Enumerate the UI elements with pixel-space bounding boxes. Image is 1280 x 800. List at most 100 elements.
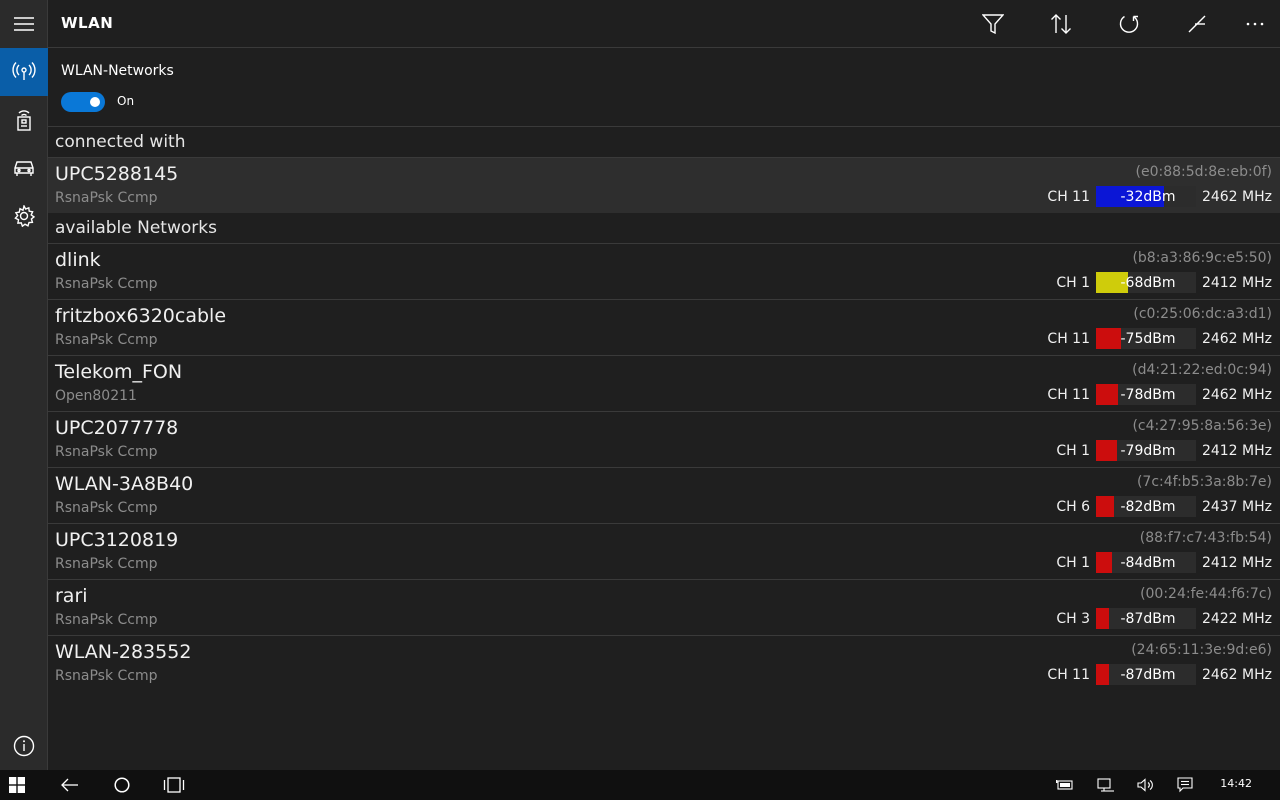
compare-button[interactable] bbox=[1173, 0, 1221, 48]
network-frequency: 2462 MHz bbox=[1201, 387, 1272, 403]
nav-car[interactable] bbox=[0, 144, 48, 192]
network-row[interactable]: rari RsnaPsk Ccmp (00:24:fe:44:f6:7c) CH 3 2… bbox=[48, 579, 1280, 635]
cortana-circle-icon bbox=[114, 777, 130, 793]
gear-icon bbox=[14, 205, 35, 227]
task-view-button[interactable] bbox=[159, 770, 189, 800]
network-mac-address: (00:24:fe:44:f6:7c) bbox=[1140, 586, 1272, 602]
group-header-connected: connected with bbox=[55, 132, 186, 152]
network-frequency: 2437 MHz bbox=[1201, 499, 1272, 515]
app-window: WLAN WLAN-Networks On connected with UPC… bbox=[0, 0, 1280, 770]
car-icon bbox=[14, 161, 34, 176]
back-arrow-icon bbox=[61, 778, 78, 792]
network-row[interactable]: UPC2077778 RsnaPsk Ccmp (c4:27:95:8a:56:3e… bbox=[48, 411, 1280, 467]
hamburger-menu-button[interactable] bbox=[0, 0, 48, 48]
network-row[interactable]: dlink RsnaPsk Ccmp (b8:a3:86:9c:e5:50) CH 1… bbox=[48, 243, 1280, 299]
network-channel: CH 1 bbox=[1056, 275, 1090, 291]
network-row[interactable]: WLAN-283552 RsnaPsk Ccmp (24:65:11:3e:9d:e… bbox=[48, 635, 1280, 691]
network-mac-address: (c0:25:06:dc:a3:d1) bbox=[1133, 306, 1272, 322]
signal-dbm-value: -32dBm bbox=[1120, 189, 1176, 205]
nav-wlan[interactable] bbox=[0, 48, 48, 96]
signal-dbm-value: -82dBm bbox=[1120, 499, 1176, 515]
nav-settings[interactable] bbox=[0, 192, 48, 240]
signal-dbm-value: -84dBm bbox=[1120, 555, 1176, 571]
network-ssid: UPC3120819 bbox=[55, 529, 179, 551]
network-channel: CH 11 bbox=[1047, 189, 1090, 205]
network-row[interactable]: Telekom_FON Open80211 (d4:21:22:ed:0c:94) C… bbox=[48, 355, 1280, 411]
filter-button[interactable] bbox=[969, 0, 1017, 48]
network-tray[interactable] bbox=[1093, 770, 1119, 800]
network-ssid: fritzbox6320cable bbox=[55, 305, 227, 327]
nav-info[interactable] bbox=[0, 722, 48, 770]
network-encryption: RsnaPsk Ccmp bbox=[55, 668, 158, 684]
network-mac-address: (e0:88:5d:8e:eb:0f) bbox=[1135, 164, 1273, 180]
network-ssid: WLAN-3A8B40 bbox=[55, 473, 194, 495]
network-row[interactable]: UPC3120819 RsnaPsk Ccmp (88:f7:c7:43:fb:54… bbox=[48, 523, 1280, 579]
network-encryption: Open80211 bbox=[55, 388, 137, 404]
back-button[interactable] bbox=[55, 770, 85, 800]
wlan-networks-label: WLAN-Networks bbox=[61, 63, 174, 79]
search-button[interactable] bbox=[107, 770, 137, 800]
network-frequency: 2462 MHz bbox=[1201, 667, 1272, 683]
network-ssid: UPC5288145 bbox=[55, 163, 179, 185]
network-ssid: rari bbox=[55, 585, 88, 607]
network-mac-address: (7c:4f:b5:3a:8b:7e) bbox=[1136, 474, 1272, 490]
network-channel: CH 11 bbox=[1047, 387, 1090, 403]
network-mac-address: (24:65:11:3e:9d:e6) bbox=[1131, 642, 1272, 658]
signal-dbm-value: -79dBm bbox=[1120, 443, 1176, 459]
sort-button[interactable] bbox=[1037, 0, 1085, 48]
header-bar: WLAN bbox=[48, 0, 1280, 48]
info-icon bbox=[13, 735, 35, 757]
more-button[interactable] bbox=[1231, 0, 1279, 48]
network-encryption: RsnaPsk Ccmp bbox=[55, 190, 158, 206]
wlan-toggle-section: WLAN-Networks On bbox=[48, 49, 1280, 127]
network-mac-address: (88:f7:c7:43:fb:54) bbox=[1139, 530, 1272, 546]
signal-dbm-value: -78dBm bbox=[1120, 387, 1176, 403]
signal-dbm-value: -87dBm bbox=[1120, 667, 1176, 683]
windows-logo-icon bbox=[9, 777, 25, 793]
network-channel: CH 11 bbox=[1047, 331, 1090, 347]
start-button[interactable] bbox=[0, 770, 34, 800]
task-view-icon bbox=[163, 777, 185, 793]
speaker-icon bbox=[1137, 778, 1153, 792]
network-frequency: 2412 MHz bbox=[1201, 443, 1272, 459]
filter-icon bbox=[982, 14, 1004, 34]
signal-dbm-value: -75dBm bbox=[1120, 331, 1176, 347]
network-ssid: Telekom_FON bbox=[55, 361, 183, 383]
toggle-state-label: On bbox=[117, 94, 135, 108]
network-row[interactable]: UPC5288145 RsnaPsk Ccmp (e0:88:5d:8e:eb:0f… bbox=[48, 157, 1280, 213]
page-title: WLAN bbox=[61, 14, 114, 32]
network-row[interactable]: fritzbox6320cable RsnaPsk Ccmp (c0:25:06:d… bbox=[48, 299, 1280, 355]
refresh-button[interactable] bbox=[1105, 0, 1153, 48]
network-encryption: RsnaPsk Ccmp bbox=[55, 444, 158, 460]
volume-tray[interactable] bbox=[1133, 770, 1159, 800]
taskbar: 14:42 bbox=[0, 770, 1280, 800]
wifi-antenna-icon bbox=[12, 62, 36, 80]
network-ssid: UPC2077778 bbox=[55, 417, 179, 439]
router-icon bbox=[17, 110, 31, 131]
nav-router[interactable] bbox=[0, 96, 48, 144]
group-header-available: available Networks bbox=[55, 218, 217, 238]
taskbar-clock[interactable]: 14:42 bbox=[1220, 777, 1252, 790]
network-icon bbox=[1097, 778, 1114, 792]
action-center-tray[interactable] bbox=[1172, 770, 1198, 800]
network-encryption: RsnaPsk Ccmp bbox=[55, 500, 158, 516]
sort-icon bbox=[1051, 14, 1071, 34]
compare-icon bbox=[1188, 15, 1206, 33]
network-frequency: 2462 MHz bbox=[1201, 331, 1272, 347]
network-encryption: RsnaPsk Ccmp bbox=[55, 612, 158, 628]
network-channel: CH 11 bbox=[1047, 667, 1090, 683]
network-mac-address: (d4:21:22:ed:0c:94) bbox=[1132, 362, 1272, 378]
battery-tray[interactable] bbox=[1052, 770, 1078, 800]
network-mac-address: (c4:27:95:8a:56:3e) bbox=[1132, 418, 1272, 434]
network-channel: CH 1 bbox=[1056, 555, 1090, 571]
notification-icon bbox=[1177, 777, 1193, 793]
network-row[interactable]: WLAN-3A8B40 RsnaPsk Ccmp (7c:4f:b5:3a:8b:7… bbox=[48, 467, 1280, 523]
network-channel: CH 6 bbox=[1056, 499, 1090, 515]
hamburger-icon bbox=[14, 17, 34, 31]
network-frequency: 2412 MHz bbox=[1201, 275, 1272, 291]
signal-dbm-value: -87dBm bbox=[1120, 611, 1176, 627]
battery-icon bbox=[1056, 780, 1073, 790]
wlan-toggle-switch[interactable] bbox=[61, 92, 105, 112]
network-encryption: RsnaPsk Ccmp bbox=[55, 276, 158, 292]
refresh-icon bbox=[1119, 15, 1139, 33]
